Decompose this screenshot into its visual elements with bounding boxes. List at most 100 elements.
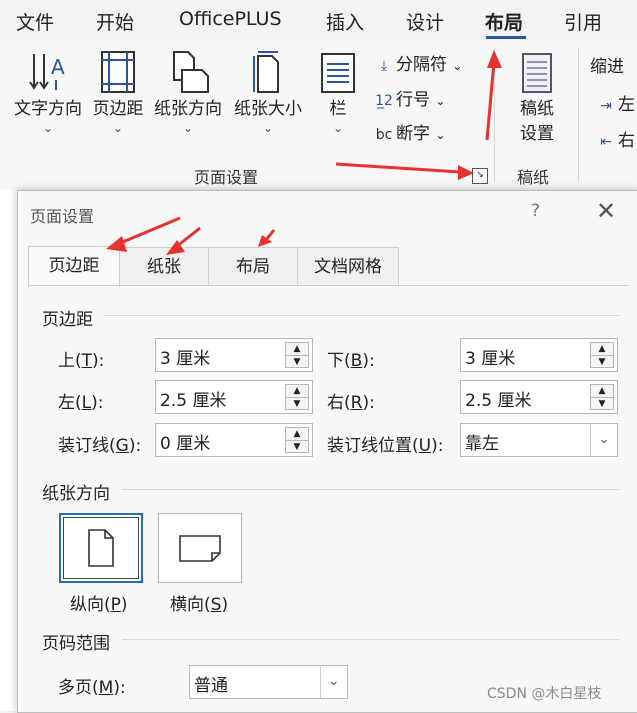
right-margin-spinner[interactable]: 2.5 厘米 ▲ ▼ bbox=[460, 380, 618, 414]
orientation-section-title: 纸张方向 bbox=[42, 484, 110, 504]
orientation-icon bbox=[173, 51, 209, 93]
breaks-label: 分隔符 bbox=[396, 55, 447, 75]
chevron-down-icon: ⌄ bbox=[435, 94, 446, 108]
draft-paper-label-1: 稿纸 bbox=[520, 99, 554, 119]
indent-left-field[interactable]: ⇥ 左 bbox=[594, 90, 635, 115]
bottom-margin-label: 下(B): bbox=[327, 351, 375, 371]
draft-paper-label-2: 设置 bbox=[520, 124, 554, 144]
dialog-title: 页面设置 bbox=[30, 207, 95, 226]
spin-buttons[interactable]: ▲ ▼ bbox=[285, 384, 309, 410]
spin-buttons[interactable]: ▲ ▼ bbox=[590, 384, 614, 410]
spin-buttons[interactable]: ▲ ▼ bbox=[285, 342, 309, 368]
gutter-position-value: 靠左 bbox=[465, 434, 499, 454]
page-setup-dialog: 页面设置 ? ✕ 页边距 纸张 布局 文档网格 页边距 上(T): 3 厘米 ▲… bbox=[17, 190, 637, 713]
tab-file[interactable]: 文件 bbox=[16, 8, 54, 35]
line-numbers-icon: 1̲2 bbox=[375, 93, 393, 109]
indent-left-icon: ⇥ bbox=[600, 98, 612, 114]
spin-down-icon[interactable]: ▼ bbox=[286, 356, 308, 368]
ribbon-tab-bar: 文件 开始 OfficePLUS 插入 设计 布局 引用 bbox=[0, 0, 637, 40]
paper-size-label: 纸张大小 bbox=[234, 99, 302, 119]
draft-group-label: 稿纸 bbox=[517, 168, 550, 187]
top-margin-value: 3 厘米 bbox=[160, 349, 211, 369]
dialog-launcher-icon[interactable]: ↘ bbox=[472, 168, 488, 184]
text-direction-icon: A bbox=[29, 54, 65, 90]
chevron-down-icon[interactable]: ⌄ bbox=[590, 424, 617, 456]
ribbon-panel: A 文字方向 ⌄ 页边距 ⌄ 纸张方向 ⌄ 纸张大小 ⌄ 栏 ⌄ ⤓ 分隔符 ⌄… bbox=[0, 40, 637, 190]
group-divider bbox=[494, 48, 495, 182]
breaks-button[interactable]: ⤓ 分隔符 ⌄ bbox=[372, 50, 463, 75]
tab-design[interactable]: 设计 bbox=[406, 8, 444, 35]
landscape-option[interactable] bbox=[158, 513, 242, 583]
indent-right-field[interactable]: ⇤ 右 bbox=[594, 126, 635, 151]
tab-insert[interactable]: 插入 bbox=[326, 8, 364, 35]
hyphenation-icon: bc bbox=[375, 127, 393, 143]
section-divider bbox=[122, 639, 620, 640]
margins-button[interactable]: 页边距 ⌄ bbox=[90, 50, 146, 135]
paper-size-icon bbox=[253, 51, 279, 93]
chevron-down-icon: ⌄ bbox=[42, 121, 54, 135]
chevron-down-icon: ⌄ bbox=[182, 121, 194, 135]
close-icon[interactable]: ✕ bbox=[596, 197, 616, 225]
right-margin-label: 右(R): bbox=[327, 393, 375, 413]
hyphenation-label: 断字 bbox=[396, 124, 430, 144]
spin-up-icon[interactable]: ▲ bbox=[591, 385, 613, 398]
paper-size-button[interactable]: 纸张大小 ⌄ bbox=[229, 50, 307, 135]
columns-button[interactable]: 栏 ⌄ bbox=[318, 50, 358, 135]
gutter-position-label: 装订线位置(U): bbox=[327, 436, 444, 456]
tab-layout-dialog[interactable]: 布局 bbox=[208, 247, 298, 286]
gutter-spinner[interactable]: 0 厘米 ▲ ▼ bbox=[155, 423, 313, 457]
spin-up-icon[interactable]: ▲ bbox=[286, 385, 308, 398]
group-divider bbox=[578, 48, 579, 182]
tab-paper[interactable]: 纸张 bbox=[119, 247, 209, 286]
section-divider bbox=[122, 489, 620, 490]
spin-up-icon[interactable]: ▲ bbox=[286, 428, 308, 441]
portrait-page-icon bbox=[88, 529, 114, 567]
top-margin-label: 上(T): bbox=[58, 351, 105, 371]
page-setup-group-label: 页面设置 bbox=[194, 168, 259, 187]
section-divider bbox=[104, 315, 620, 316]
indent-right-label: 右 bbox=[618, 131, 635, 151]
tab-margins[interactable]: 页边距 bbox=[28, 246, 120, 287]
top-margin-spinner[interactable]: 3 厘米 ▲ ▼ bbox=[155, 338, 313, 372]
text-direction-label: 文字方向 bbox=[14, 99, 82, 119]
page-break-icon: ⤓ bbox=[380, 58, 388, 74]
spin-up-icon[interactable]: ▲ bbox=[286, 343, 308, 356]
orientation-button[interactable]: 纸张方向 ⌄ bbox=[150, 50, 226, 135]
tab-document-grid[interactable]: 文档网格 bbox=[297, 247, 399, 286]
pages-section-title: 页码范围 bbox=[42, 634, 110, 654]
gutter-position-select[interactable]: 靠左 ⌄ bbox=[460, 423, 618, 457]
active-tab-underline bbox=[486, 36, 526, 39]
bottom-margin-spinner[interactable]: 3 厘米 ▲ ▼ bbox=[460, 338, 618, 372]
left-margin-label: 左(L): bbox=[58, 393, 104, 413]
draft-paper-icon bbox=[522, 53, 552, 93]
line-numbers-button[interactable]: 1̲2 行号 ⌄ bbox=[372, 85, 445, 110]
multiple-pages-select[interactable]: 普通 ⌄ bbox=[189, 665, 348, 699]
spin-down-icon[interactable]: ▼ bbox=[286, 441, 308, 453]
chevron-down-icon[interactable]: ⌄ bbox=[320, 666, 347, 698]
chevron-down-icon: ⌄ bbox=[452, 59, 463, 73]
tab-references[interactable]: 引用 bbox=[564, 8, 602, 35]
spin-buttons[interactable]: ▲ ▼ bbox=[285, 427, 309, 453]
draft-paper-button[interactable]: 稿纸 设置 bbox=[510, 50, 564, 144]
portrait-option[interactable] bbox=[59, 513, 143, 583]
multiple-pages-value: 普通 bbox=[194, 676, 228, 696]
orientation-label: 纸张方向 bbox=[154, 99, 222, 119]
text-direction-button[interactable]: A 文字方向 ⌄ bbox=[8, 50, 88, 135]
spin-down-icon[interactable]: ▼ bbox=[591, 398, 613, 410]
tab-officeplus[interactable]: OfficePLUS bbox=[179, 8, 282, 30]
help-icon[interactable]: ? bbox=[531, 201, 540, 221]
line-numbers-label: 行号 bbox=[396, 90, 430, 110]
tab-home[interactable]: 开始 bbox=[96, 8, 134, 35]
spin-buttons[interactable]: ▲ ▼ bbox=[590, 342, 614, 368]
tab-layout[interactable]: 布局 bbox=[485, 8, 523, 35]
columns-icon bbox=[321, 53, 355, 93]
hyphenation-button[interactable]: bc 断字 ⌄ bbox=[372, 119, 446, 144]
tab-strip-border bbox=[28, 285, 628, 286]
landscape-page-icon bbox=[179, 535, 221, 562]
spin-down-icon[interactable]: ▼ bbox=[286, 398, 308, 410]
spin-down-icon[interactable]: ▼ bbox=[591, 356, 613, 368]
spin-up-icon[interactable]: ▲ bbox=[591, 343, 613, 356]
portrait-label: 纵向(P) bbox=[70, 595, 128, 615]
landscape-label: 横向(S) bbox=[170, 595, 229, 615]
left-margin-spinner[interactable]: 2.5 厘米 ▲ ▼ bbox=[155, 380, 313, 414]
